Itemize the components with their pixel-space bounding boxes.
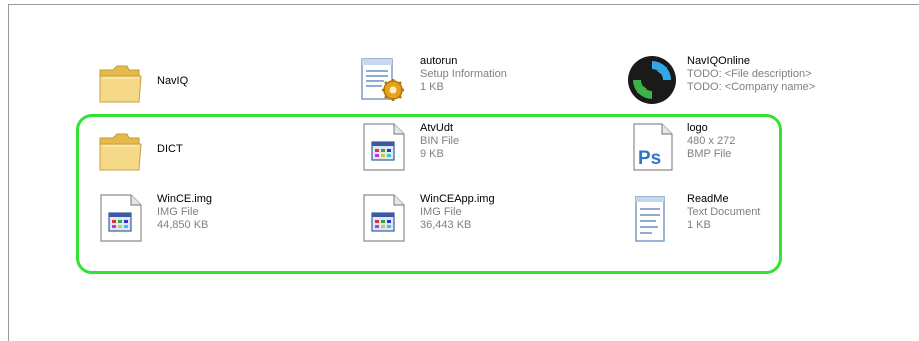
file-description: TODO: <File description> [687,68,812,80]
folder-icon [97,58,147,108]
file-name: autorun [420,55,458,67]
file-item-autorun[interactable]: autorun Setup Information 1 KB [360,55,610,105]
app-sync-icon [627,55,677,105]
file-size: 1 KB [420,81,444,93]
file-type: Setup Information [420,68,507,80]
file-name: NavIQOnline [687,55,750,67]
setup-info-icon [360,55,410,105]
file-company: TODO: <Company name> [687,81,816,93]
highlight-outline [76,114,782,274]
file-item-naviq[interactable]: NavIQ [97,58,347,108]
file-item-naviqonline[interactable]: NavIQOnline TODO: <File description> TOD… [627,55,877,105]
file-name: NavIQ [157,75,189,87]
